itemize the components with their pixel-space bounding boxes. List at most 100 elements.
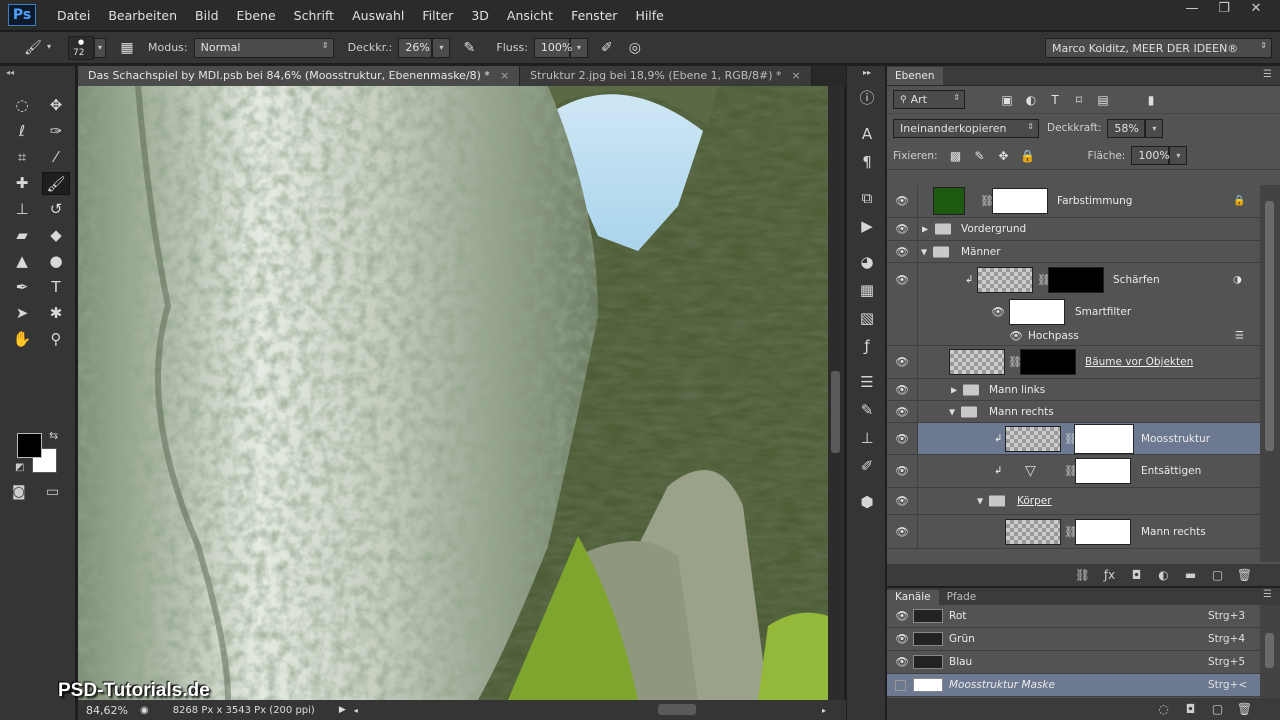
visibility-eye-icon[interactable]: 👁 — [895, 656, 909, 669]
marquee-tool-icon[interactable]: ◌ — [8, 94, 36, 117]
scroll-left-icon[interactable]: ◂ — [354, 706, 358, 715]
tab-ebenen[interactable]: Ebenen — [887, 67, 943, 85]
menu-fenster[interactable]: Fenster — [562, 0, 626, 31]
layer-row[interactable]: 👁 ↲ ▽ ⛓ Entsättigen — [887, 455, 1260, 488]
channel-row[interactable]: 👁 Rot Strg+3 — [887, 605, 1260, 628]
deckkraft-dropdown[interactable]: ▾ — [432, 37, 451, 58]
document-canvas[interactable] — [78, 86, 828, 700]
default-colors-icon[interactable]: ◩ — [15, 462, 24, 473]
deckkraft-input[interactable]: 26% — [398, 37, 433, 58]
visibility-eye-icon[interactable]: 👁 — [895, 610, 909, 623]
quick-selection-tool-icon[interactable]: ✑ — [42, 120, 70, 143]
color-panel-icon[interactable]: ◕ — [847, 248, 887, 276]
opacity-dropdown[interactable]: ▾ — [1145, 118, 1164, 138]
group-row[interactable]: 👁 ▶ Mann links — [887, 379, 1260, 401]
load-selection-icon[interactable]: ◌ — [1150, 702, 1177, 716]
dock-collapse-icon[interactable]: ▸▸ — [847, 66, 887, 84]
menu-3d[interactable]: 3D — [462, 0, 498, 31]
crop-tool-icon[interactable]: ⌗ — [8, 146, 36, 169]
visibility-eye-icon[interactable]: 👁 — [895, 465, 909, 478]
group-row[interactable]: 👁 ▼ Mann rechts — [887, 401, 1260, 423]
quick-mask-icon[interactable]: ◙ — [12, 484, 26, 500]
lock-transparency-icon[interactable]: ▩ — [944, 146, 968, 166]
new-group-icon[interactable]: ▬ — [1177, 568, 1204, 582]
visibility-eye-icon[interactable]: 👁 — [895, 495, 909, 508]
fill-input[interactable]: 100% — [1131, 146, 1170, 165]
menu-bearbeiten[interactable]: Bearbeiten — [99, 0, 186, 31]
swap-colors-icon[interactable]: ⇆ — [49, 429, 58, 442]
menu-filter[interactable]: Filter — [413, 0, 462, 31]
new-channel-icon[interactable]: ▢ — [1204, 702, 1231, 716]
channel-row[interactable]: 👁 Grün Strg+4 — [887, 628, 1260, 651]
dodge-tool-icon[interactable]: ● — [42, 250, 70, 273]
character-panel-icon[interactable]: A — [847, 120, 887, 148]
fx-panel-icon[interactable]: ƒ — [847, 332, 887, 360]
filter-row[interactable]: 👁 Hochpass ☰ — [887, 327, 1260, 346]
layer-row[interactable]: 👁 ⛓ Farbstimmung 🔒 — [887, 185, 1260, 218]
filter-shape-icon[interactable]: ⌑ — [1067, 90, 1091, 110]
opacity-input[interactable]: 58% — [1107, 118, 1146, 138]
paragraph-panel-icon[interactable]: ¶ — [847, 148, 887, 176]
menu-hilfe[interactable]: Hilfe — [626, 0, 672, 31]
collapse-arrow-icon[interactable]: ▼ — [921, 247, 927, 256]
paint-bucket-tool-icon[interactable]: ◆ — [42, 224, 70, 247]
menu-datei[interactable]: Datei — [48, 0, 99, 31]
layer-row[interactable]: 👁 ⛓ Mann rechts — [887, 515, 1260, 549]
fluss-dropdown[interactable]: ▾ — [569, 37, 588, 58]
tool-preset-dropdown[interactable]: ▾ — [44, 38, 54, 58]
save-selection-icon[interactable]: ◘ — [1177, 702, 1204, 716]
brush-size-picker[interactable]: ● 72 — [68, 35, 94, 60]
info-panel-icon[interactable]: ⓘ — [847, 84, 887, 112]
panel-menu-icon[interactable]: ☰ — [1263, 589, 1272, 600]
visibility-eye-icon[interactable]: 👁 — [895, 245, 909, 258]
filter-adjustment-icon[interactable]: ◐ — [1019, 90, 1043, 110]
history-brush-tool-icon[interactable]: ↺ — [42, 198, 70, 221]
visibility-eye-icon[interactable]: 👁 — [895, 525, 909, 538]
canvas-vertical-scrollbar[interactable] — [828, 86, 844, 700]
add-mask-icon[interactable]: ◘ — [1123, 568, 1150, 582]
brush-size-dropdown[interactable]: ▾ — [94, 37, 106, 58]
modus-select[interactable]: Normal ⇕ — [193, 37, 334, 58]
styles-panel-icon[interactable]: ▧ — [847, 304, 887, 332]
close-tab-icon[interactable]: × — [792, 69, 801, 82]
eyedropper-tool-icon[interactable]: ⁄ — [42, 146, 70, 169]
visibility-eye-icon[interactable]: 👁 — [1009, 330, 1023, 343]
layer-row-selected[interactable]: 👁 ↲ ⛓ Moosstruktur — [887, 423, 1260, 455]
channel-row-selected[interactable]: Moosstruktur Maske Strg+< — [887, 674, 1260, 697]
tool-presets-panel-icon[interactable]: ✐ — [847, 452, 887, 480]
screen-mode-icon[interactable]: ▭ — [46, 484, 59, 500]
visibility-box-empty[interactable] — [895, 680, 906, 691]
layer-filter-select[interactable]: ⚲ Art ⇕ — [893, 90, 965, 109]
fluss-input[interactable]: 100% — [533, 37, 572, 58]
blur-tool-icon[interactable]: ▲ — [8, 250, 36, 273]
foreground-color-swatch[interactable] — [17, 433, 42, 458]
menu-auswahl[interactable]: Auswahl — [343, 0, 413, 31]
panel-menu-icon[interactable]: ☰ — [1263, 69, 1272, 80]
collapse-arrow-icon[interactable]: ▼ — [977, 497, 983, 506]
visibility-eye-icon[interactable]: 👁 — [895, 273, 909, 286]
adjustments-panel-icon[interactable]: ☰ — [847, 368, 887, 396]
brush-tool-icon[interactable]: 🖌 — [42, 172, 70, 195]
airbrush-icon[interactable]: ✐ — [596, 37, 618, 59]
filter-type-icon[interactable]: T — [1043, 90, 1067, 110]
link-layers-icon[interactable]: ⛓ — [1069, 568, 1096, 582]
brush-tool-preset-icon[interactable]: 🖌 — [22, 37, 44, 59]
scroll-right-icon[interactable]: ▸ — [822, 706, 826, 715]
trash-icon[interactable]: 🗑 — [1231, 702, 1258, 716]
filter-options-icon[interactable]: ☰ — [1235, 331, 1244, 342]
clone-source-panel-icon[interactable]: ⊥ — [847, 424, 887, 452]
minimize-button[interactable]: — — [1176, 0, 1208, 20]
brush-panel-toggle-icon[interactable]: ▦ — [116, 37, 138, 59]
brush-panel-icon[interactable]: ✎ — [847, 396, 887, 424]
zoom-level[interactable]: 84,62% — [86, 704, 128, 717]
shape-tool-icon[interactable]: ✱ — [42, 302, 70, 325]
path-selection-tool-icon[interactable]: ➤ — [8, 302, 36, 325]
expand-arrow-icon[interactable]: ▶ — [951, 385, 957, 394]
layers-scroll-thumb[interactable] — [1265, 201, 1274, 451]
channels-scrollbar[interactable] — [1260, 605, 1280, 698]
fill-dropdown[interactable]: ▾ — [1169, 146, 1188, 165]
tab-pfade[interactable]: Pfade — [939, 590, 985, 605]
workspace-select[interactable]: Marco Kolditz, MEER DER IDEEN® ⇕ — [1045, 38, 1272, 58]
zoom-tool-icon[interactable]: ⚲ — [42, 328, 70, 351]
collapse-icon[interactable]: ◂◂ — [6, 68, 14, 77]
